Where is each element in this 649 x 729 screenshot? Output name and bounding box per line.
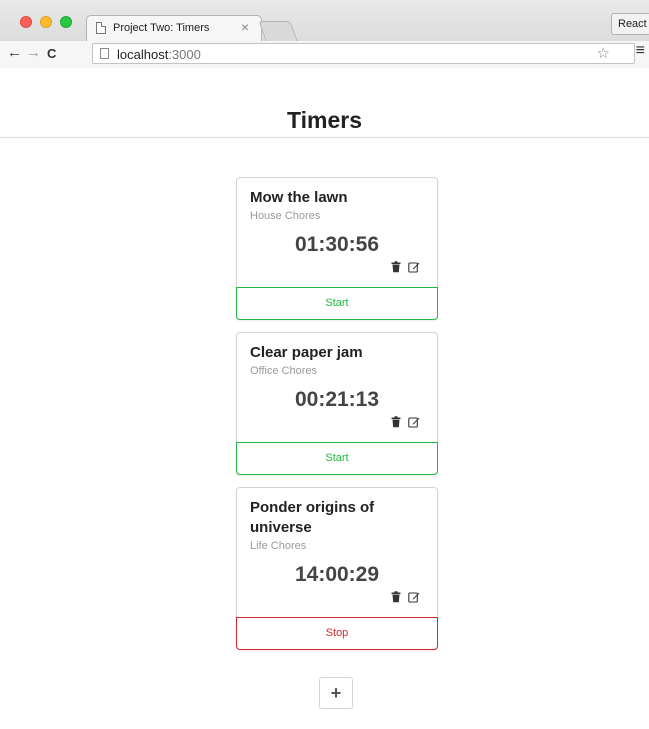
timer-elapsed: 14:00:29 xyxy=(294,563,380,586)
tab-title: Project Two: Timers xyxy=(113,22,210,34)
edit-icon[interactable] xyxy=(408,261,420,273)
bookmark-star-icon[interactable]: ☆ xyxy=(597,46,610,61)
browser-toolbar: ← → C localhost:3000 ☆ ≡ xyxy=(0,41,649,68)
timer-card: Clear paper jam Office Chores 00:21:13 S… xyxy=(236,332,438,475)
reload-icon[interactable]: C xyxy=(47,45,56,63)
timer-title: Ponder origins of universe xyxy=(250,499,375,536)
tab-close-icon[interactable]: × xyxy=(241,19,249,35)
stop-button[interactable]: Stop xyxy=(236,617,438,650)
back-arrow-icon[interactable]: ← xyxy=(7,44,22,62)
page-icon xyxy=(96,22,106,34)
timer-project: House Chores xyxy=(250,210,321,222)
timer-elapsed: 01:30:56 xyxy=(294,233,380,256)
timer-actions xyxy=(390,416,420,428)
trash-icon[interactable] xyxy=(390,416,402,428)
timer-card: Ponder origins of universe Life Chores 1… xyxy=(236,487,438,650)
page-title: Timers xyxy=(286,107,362,133)
minimize-window-button[interactable] xyxy=(40,16,52,28)
page-icon xyxy=(100,48,109,59)
new-tab-button[interactable] xyxy=(258,21,298,41)
timer-card: Mow the lawn House Chores 01:30:56 Start xyxy=(236,177,438,320)
timer-elapsed: 00:21:13 xyxy=(294,388,380,411)
timer-title: Clear paper jam xyxy=(250,344,363,361)
trash-icon[interactable] xyxy=(390,261,402,273)
maximize-window-button[interactable] xyxy=(60,16,72,28)
timer-project: Office Chores xyxy=(250,365,318,377)
edit-icon[interactable] xyxy=(408,591,420,603)
trash-icon[interactable] xyxy=(390,591,402,603)
close-window-button[interactable] xyxy=(20,16,32,28)
forward-arrow-icon[interactable]: → xyxy=(26,44,41,62)
edit-icon[interactable] xyxy=(408,416,420,428)
url-host: localhost xyxy=(117,47,169,62)
timer-project: Life Chores xyxy=(250,540,307,552)
address-bar[interactable]: localhost:3000 ☆ xyxy=(92,43,635,64)
url-port: :3000 xyxy=(168,47,201,62)
add-timer-button[interactable]: + xyxy=(319,677,353,709)
browser-menu-icon[interactable]: ≡ xyxy=(636,43,645,59)
page: Timers Mow the lawn House Chores 01:30:5… xyxy=(0,69,649,729)
url-text: localhost:3000 xyxy=(117,47,201,62)
profile-button[interactable]: React xyxy=(611,13,649,35)
timer-actions xyxy=(390,261,420,273)
page-header: Timers xyxy=(0,69,649,138)
start-button[interactable]: Start xyxy=(236,442,438,475)
browser-tab[interactable]: Project Two: Timers × xyxy=(86,15,262,41)
timer-actions xyxy=(390,591,420,603)
start-button[interactable]: Start xyxy=(236,287,438,320)
timer-title: Mow the lawn xyxy=(250,189,348,206)
browser-chrome: Project Two: Timers × React ← → C localh… xyxy=(0,0,649,68)
